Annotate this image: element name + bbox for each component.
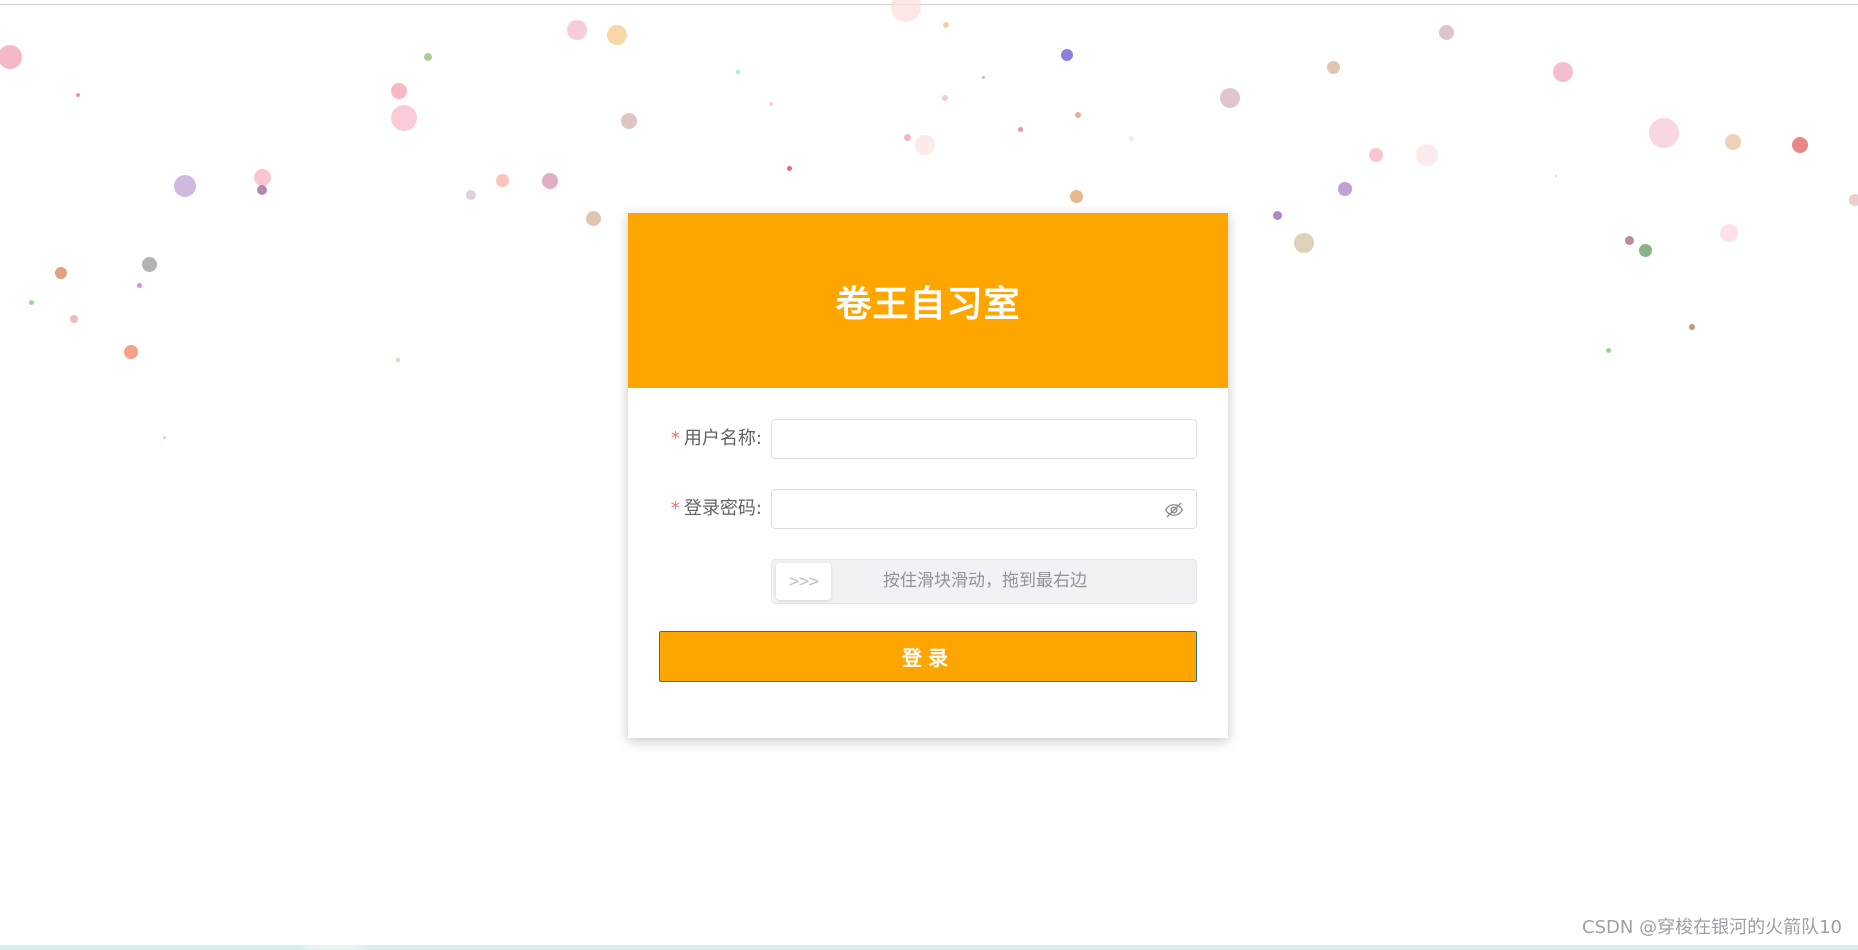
- slider-handle[interactable]: >>>: [776, 563, 831, 600]
- decorative-bubble: [396, 358, 400, 362]
- decorative-bubble: [1638, 243, 1652, 257]
- decorative-bubble: [391, 83, 407, 99]
- decorative-bubble: [466, 190, 476, 200]
- decorative-bubble: [736, 70, 740, 74]
- password-row: * 登录密码:: [628, 489, 1228, 529]
- username-input-wrapper[interactable]: [771, 419, 1197, 459]
- slider-captcha: 按住滑块滑动，拖到最右边 >>>: [771, 559, 1197, 604]
- decorative-bubble: [1294, 233, 1314, 253]
- required-mark: *: [670, 428, 680, 449]
- decorative-bubble: [621, 113, 637, 129]
- password-input-wrapper[interactable]: [771, 489, 1197, 529]
- eye-off-icon[interactable]: [1164, 500, 1184, 520]
- decorative-bubble: [253, 168, 271, 186]
- decorative-bubble: [1555, 175, 1557, 177]
- decorative-bubble: [1720, 224, 1738, 242]
- decorative-bubble: [55, 267, 67, 279]
- slider-hint: 按住滑块滑动，拖到最右边: [883, 571, 1087, 591]
- decorative-bubble: [585, 210, 601, 226]
- decorative-bubble: [1792, 137, 1808, 153]
- card-header: 卷王自习室: [628, 213, 1228, 388]
- decorative-bubble: [136, 282, 142, 288]
- page-title: 卷王自习室: [835, 283, 1021, 325]
- decorative-bubble: [1017, 126, 1023, 132]
- decorative-bubble: [141, 256, 157, 272]
- decorative-bubble: [943, 22, 949, 28]
- decorative-bubble: [942, 95, 948, 101]
- username-row: * 用户名称:: [628, 419, 1228, 459]
- decorative-bubble: [1849, 194, 1858, 206]
- decorative-bubble: [1553, 62, 1573, 82]
- decorative-bubble: [607, 25, 627, 45]
- login-button[interactable]: 登录: [659, 631, 1197, 682]
- decorative-bubble: [1326, 60, 1340, 74]
- decorative-bubble: [1725, 134, 1741, 150]
- bottom-strip: [0, 945, 1858, 950]
- username-label: * 用户名称:: [671, 419, 762, 459]
- decorative-bubble: [1069, 189, 1083, 203]
- decorative-bubble: [70, 315, 78, 323]
- decorative-bubble: [257, 185, 267, 195]
- decorative-bubble: [1220, 88, 1240, 108]
- decorative-bubble: [786, 165, 792, 171]
- decorative-bubble: [769, 102, 773, 106]
- decorative-bubble: [1128, 135, 1134, 141]
- decorative-bubble: [174, 175, 196, 197]
- decorative-bubble: [124, 345, 138, 359]
- required-mark: *: [670, 498, 680, 519]
- decorative-bubble: [903, 133, 911, 141]
- username-input[interactable]: [772, 420, 1196, 458]
- decorative-bubble: [1061, 49, 1073, 61]
- decorative-bubble: [1272, 210, 1282, 220]
- login-card: 卷王自习室 * 用户名称: * 登录密码: 按住滑块滑动，拖到最右边 >>> 登…: [628, 213, 1228, 738]
- decorative-bubble: [567, 20, 587, 40]
- decorative-bubble: [1075, 112, 1081, 118]
- watermark: CSDN @穿梭在银河的火箭队10: [1582, 917, 1842, 938]
- decorative-bubble: [915, 135, 935, 155]
- decorative-bubble: [542, 173, 558, 189]
- decorative-bubble: [1624, 235, 1634, 245]
- decorative-bubble: [1438, 24, 1454, 40]
- decorative-bubble: [28, 299, 34, 305]
- decorative-bubble: [495, 173, 509, 187]
- decorative-bubble: [1416, 144, 1438, 166]
- login-form: * 用户名称: * 登录密码: 按住滑块滑动，拖到最右边 >>> 登录: [628, 388, 1228, 738]
- decorative-bubble: [981, 75, 985, 79]
- decorative-bubble: [1338, 182, 1352, 196]
- top-border: [0, 4, 1858, 5]
- decorative-bubble: [162, 435, 166, 439]
- decorative-bubble: [391, 105, 417, 131]
- password-input[interactable]: [772, 490, 1196, 528]
- login-page: 卷王自习室 * 用户名称: * 登录密码: 按住滑块滑动，拖到最右边 >>> 登…: [0, 0, 1858, 950]
- decorative-bubble: [1689, 324, 1695, 330]
- decorative-bubble: [0, 45, 22, 69]
- decorative-bubble: [1649, 118, 1679, 148]
- decorative-bubble: [76, 93, 80, 97]
- decorative-bubble: [1369, 148, 1383, 162]
- username-label-text: 用户名称:: [683, 428, 762, 449]
- decorative-bubble: [1605, 347, 1611, 353]
- decorative-bubble: [424, 53, 432, 61]
- password-label-text: 登录密码:: [683, 498, 762, 519]
- password-label: * 登录密码:: [671, 489, 762, 529]
